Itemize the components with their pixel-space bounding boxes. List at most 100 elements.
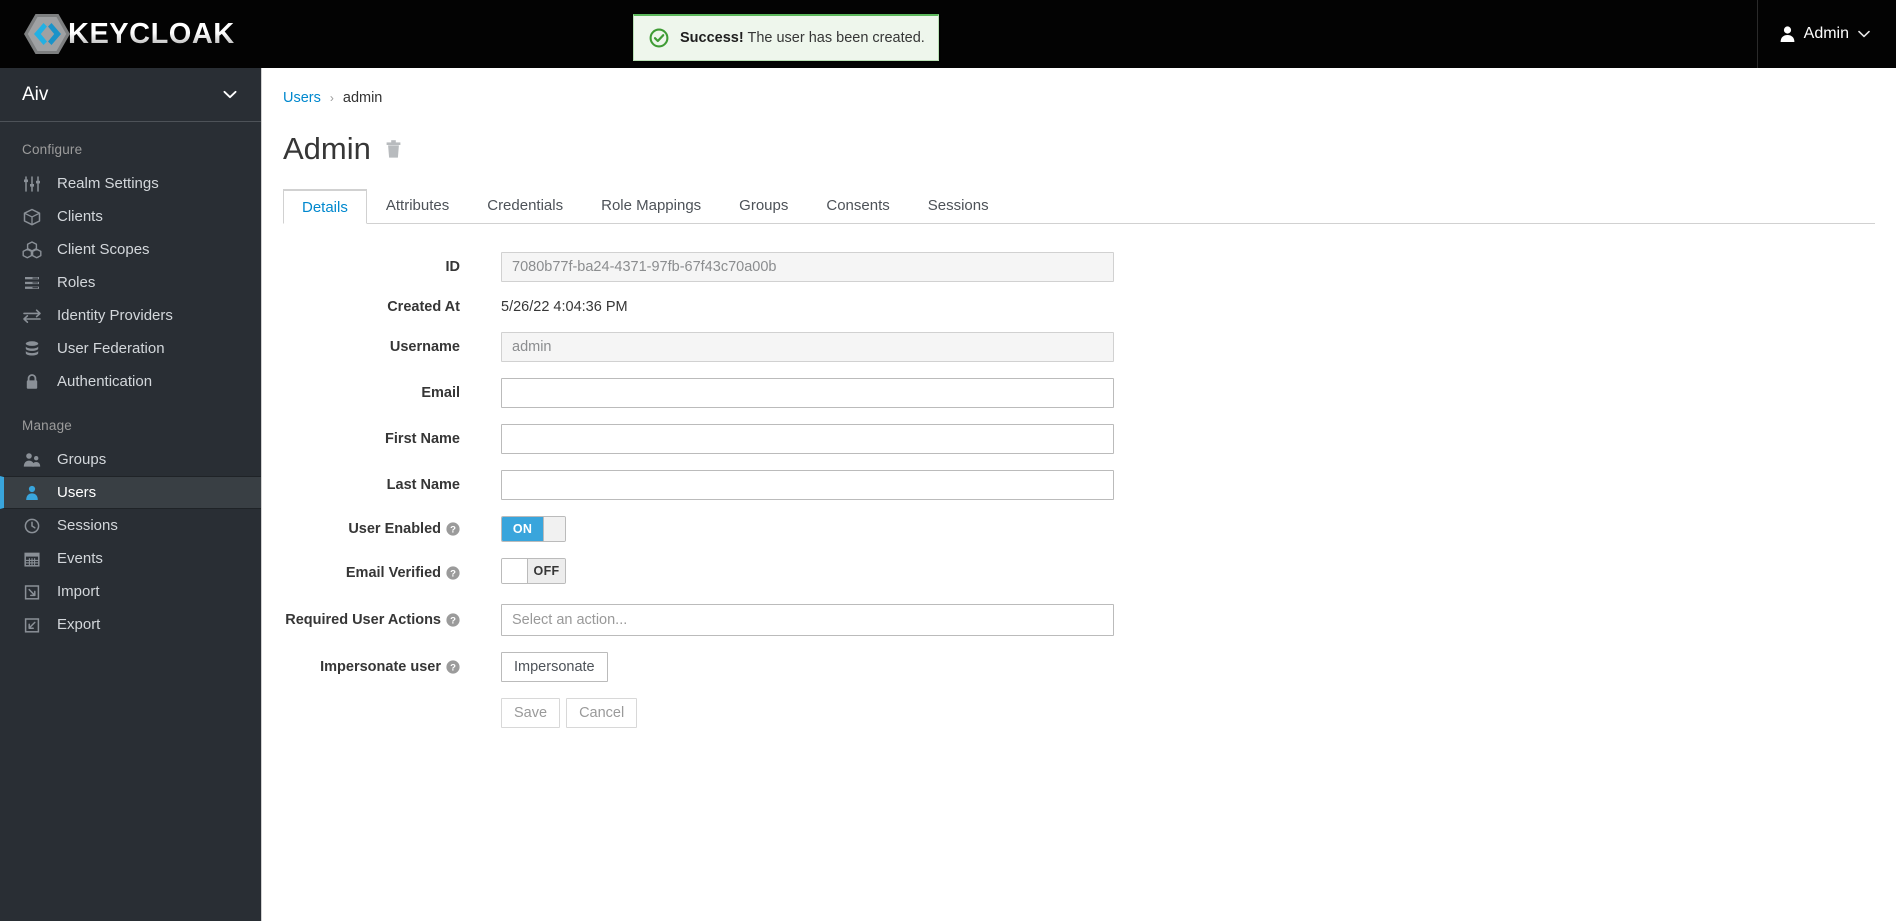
username-label: Username — [389, 339, 460, 355]
form-row-first-name: First Name — [262, 424, 1896, 454]
form-row-id: ID — [262, 252, 1896, 282]
username-input — [501, 332, 1114, 362]
id-input — [501, 252, 1114, 282]
breadcrumb-users-link[interactable]: Users — [283, 90, 321, 106]
impersonate-button-wrap: Impersonate — [501, 652, 608, 682]
lock-icon — [26, 373, 38, 389]
masthead-right: Admin — [1756, 0, 1896, 68]
created-at-value: 5/26/22 4:04:36 PM — [501, 299, 628, 315]
tab-label: Groups — [739, 197, 789, 214]
brand-text: KEYCLOAK — [68, 17, 235, 50]
form-row-user-enabled: User Enabled ? ON — [262, 516, 1896, 542]
tab-attributes[interactable]: Attributes — [367, 188, 468, 223]
svg-text:?: ? — [450, 615, 456, 626]
sidebar-item-export[interactable]: Export — [0, 608, 261, 641]
email-input[interactable] — [501, 378, 1114, 408]
trash-icon[interactable] — [385, 139, 402, 159]
tab-sessions[interactable]: Sessions — [909, 188, 1008, 223]
breadcrumb: Users › admin — [262, 68, 1896, 106]
id-label: ID — [445, 259, 461, 275]
realm-name: Aiv — [22, 83, 49, 105]
alert-title: Success! — [680, 29, 744, 46]
breadcrumb-current: admin — [342, 90, 383, 106]
chevron-down-icon — [223, 90, 237, 99]
tab-details[interactable]: Details — [283, 189, 367, 224]
email-label: Email — [421, 385, 460, 401]
tab-groups[interactable]: Groups — [720, 188, 807, 223]
sidebar-item-import[interactable]: Import — [0, 575, 261, 608]
sliders-icon — [24, 175, 40, 192]
toggle-handle — [502, 559, 528, 583]
toggle-state-label: ON — [502, 517, 543, 541]
tab-role-mappings[interactable]: Role Mappings — [582, 188, 720, 223]
tab-label: Role Mappings — [601, 197, 702, 214]
user-menu-label: Admin — [1803, 25, 1849, 42]
sidebar-item-clients[interactable]: Clients — [0, 200, 261, 233]
sidebar-item-label: Sessions — [57, 517, 118, 534]
page-title-row: Admin — [262, 106, 1896, 167]
form-row-actions: Save Cancel — [262, 698, 1896, 728]
calendar-icon — [24, 552, 40, 567]
first-name-label: First Name — [385, 431, 460, 447]
tab-credentials[interactable]: Credentials — [468, 188, 582, 223]
toggle-state-label: OFF — [528, 559, 565, 583]
sidebar-item-events[interactable]: Events — [0, 542, 261, 575]
user-icon — [26, 485, 38, 500]
tab-consents[interactable]: Consents — [807, 188, 908, 223]
sidebar-item-roles[interactable]: Roles — [0, 266, 261, 299]
user-details-form: ID Created At 5/26/22 4:04:36 PM Usernam… — [262, 252, 1896, 728]
first-name-input[interactable] — [501, 424, 1114, 454]
chevron-down-icon — [1858, 30, 1870, 38]
sidebar-item-user-federation[interactable]: User Federation — [0, 332, 261, 365]
realm-selector[interactable]: Aiv — [0, 68, 261, 122]
form-row-last-name: Last Name — [262, 470, 1896, 500]
tab-bar: Details Attributes Credentials Role Mapp… — [283, 189, 1875, 224]
sidebar-item-authentication[interactable]: Authentication — [0, 365, 261, 398]
user-enabled-toggle[interactable]: ON — [501, 516, 566, 542]
email-verified-label-wrap: Email Verified ? — [262, 565, 460, 581]
help-circle-icon[interactable]: ? — [446, 566, 460, 580]
user-enabled-label-wrap: User Enabled ? — [262, 521, 460, 537]
required-user-actions-select[interactable] — [501, 604, 1114, 636]
required-user-actions-label: Required User Actions — [285, 612, 441, 628]
cancel-button[interactable]: Cancel — [566, 698, 638, 728]
sidebar-item-client-scopes[interactable]: Client Scopes — [0, 233, 261, 266]
form-row-required-user-actions: Required User Actions ? — [262, 604, 1896, 636]
form-row-username: Username — [262, 332, 1896, 362]
tab-label: Credentials — [487, 197, 564, 214]
sidebar-item-identity-providers[interactable]: Identity Providers — [0, 299, 261, 332]
impersonate-button[interactable]: Impersonate — [501, 652, 608, 682]
nav-section-configure-label: Configure — [22, 142, 83, 157]
alert-body: The user has been created. — [747, 29, 925, 46]
tab-label: Details — [302, 198, 348, 216]
last-name-label: Last Name — [386, 477, 460, 493]
nav-section-manage-label: Manage — [22, 418, 72, 433]
brand[interactable]: KEYCLOAK — [24, 12, 235, 56]
form-row-email-verified: Email Verified ? OFF — [262, 558, 1896, 588]
success-alert: Success! The user has been created. — [633, 14, 939, 61]
sidebar-item-label: Roles — [57, 274, 96, 291]
email-verified-toggle[interactable]: OFF — [501, 558, 566, 584]
help-circle-icon[interactable]: ? — [446, 613, 460, 627]
form-row-created-at: Created At 5/26/22 4:04:36 PM — [262, 298, 1896, 316]
created-at-value-wrap: 5/26/22 4:04:36 PM — [501, 298, 628, 316]
sidebar-item-realm-settings[interactable]: Realm Settings — [0, 167, 261, 200]
impersonate-user-label: Impersonate user — [320, 659, 441, 675]
masthead: KEYCLOAK Admin — [0, 0, 1896, 68]
sidebar-item-groups[interactable]: Groups — [0, 443, 261, 476]
list-bars-icon — [25, 276, 39, 289]
last-name-input[interactable] — [501, 470, 1114, 500]
save-button[interactable]: Save — [501, 698, 561, 728]
sidebar-item-label: Users — [57, 484, 97, 501]
sidebar-item-users[interactable]: Users — [0, 476, 261, 509]
export-arrow-icon — [24, 617, 40, 633]
cube-icon — [23, 208, 41, 225]
keycloak-hexagon-logo-icon — [24, 14, 70, 54]
users-group-icon — [23, 452, 41, 467]
user-menu-button[interactable]: Admin — [1780, 25, 1870, 43]
help-circle-icon[interactable]: ? — [446, 522, 460, 536]
sidebar-item-sessions[interactable]: Sessions — [0, 509, 261, 542]
sidebar-item-label: Import — [57, 583, 100, 600]
help-circle-icon[interactable]: ? — [446, 660, 460, 674]
sidebar-item-label: Export — [57, 616, 101, 633]
